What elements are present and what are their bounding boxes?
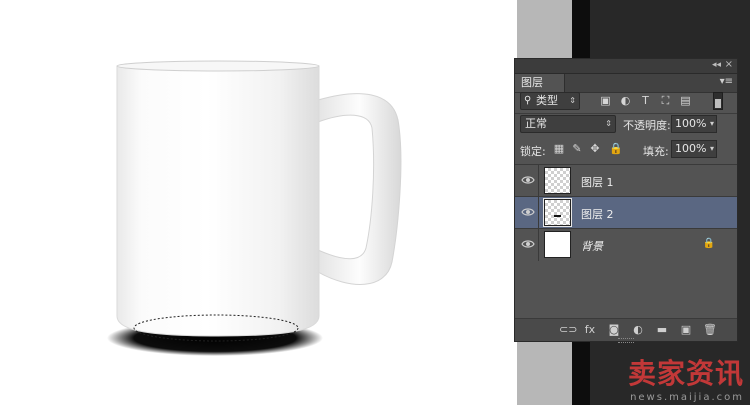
filter-toggle[interactable]	[713, 92, 723, 110]
layer-name[interactable]: 背景	[581, 238, 603, 254]
divider	[538, 197, 539, 229]
resize-grip[interactable]	[618, 338, 634, 343]
folder-icon[interactable]: ▬	[655, 323, 669, 337]
opacity-value: 100%	[675, 117, 707, 130]
mug-body	[116, 65, 320, 337]
chevron-down-icon[interactable]: ▾	[710, 116, 714, 132]
lock-all-icon[interactable]: 🔒	[609, 143, 623, 155]
layers-panel: ◂◂ × 图层 ▾≡ ⚲ 类型 ⇕ ▣ ◐ T ⛶ ▤ 正常 ⇕ 不透明度: 1…	[514, 58, 738, 343]
add-mask-icon[interactable]: ◙	[607, 323, 621, 337]
lock-label: 锁定:	[520, 145, 546, 158]
layer-name[interactable]: 图层 1	[581, 174, 614, 190]
eye-icon[interactable]	[521, 237, 535, 251]
blend-mode-select[interactable]: 正常 ⇕	[520, 115, 616, 133]
watermark: 卖家资讯 news.maijia.com	[628, 352, 744, 403]
opacity-input[interactable]: 100% ▾	[671, 115, 717, 133]
link-layers-icon[interactable]: ⊂⊃	[559, 323, 577, 337]
fx-icon[interactable]: fx	[583, 323, 597, 337]
new-layer-icon[interactable]: ▣	[679, 323, 693, 337]
search-icon: ⚲	[524, 95, 532, 106]
opacity-label: 不透明度:	[623, 119, 671, 132]
layer-thumbnail	[543, 198, 572, 227]
document-canvas[interactable]	[0, 0, 517, 405]
mug-handle	[317, 93, 402, 285]
lock-transparent-icon[interactable]: ▦	[553, 143, 565, 155]
type-filter-icon[interactable]: T	[639, 94, 652, 107]
fill-value: 100%	[675, 142, 707, 155]
layer-row-selected[interactable]: 图层 2	[515, 196, 737, 229]
pixel-filter-icon[interactable]: ▣	[599, 94, 612, 107]
panel-menu-icon[interactable]: ▾≡	[720, 76, 733, 87]
updown-arrow-icon: ⇕	[569, 96, 576, 105]
filter-row: ⚲ 类型 ⇕ ▣ ◐ T ⛶ ▤	[515, 92, 737, 114]
eye-icon[interactable]	[521, 205, 535, 219]
smart-object-filter-icon[interactable]: ▤	[679, 94, 692, 107]
layer-name[interactable]: 图层 2	[581, 206, 614, 222]
shadow-thumbnail-mark	[554, 215, 561, 217]
blend-mode-value: 正常	[525, 117, 547, 130]
filter-type-label: 类型	[536, 94, 558, 107]
updown-arrow-icon: ⇕	[605, 119, 612, 128]
fill-input[interactable]: 100% ▾	[671, 140, 717, 158]
trash-icon[interactable]: 🗑	[703, 323, 717, 337]
divider	[538, 229, 539, 261]
collapse-icon[interactable]: ◂◂	[712, 60, 721, 70]
divider	[515, 113, 737, 114]
filter-type-select[interactable]: ⚲ 类型 ⇕	[520, 92, 580, 110]
shape-filter-icon[interactable]: ⛶	[659, 94, 672, 107]
lock-row: 锁定: ▦ ✎ ✥ 🔒 填充: 100% ▾	[515, 140, 737, 162]
layer-thumbnail	[544, 231, 571, 258]
watermark-url: news.maijia.com	[630, 392, 744, 403]
adjustment-layer-icon[interactable]: ◐	[631, 323, 645, 337]
layer-thumbnail	[544, 167, 571, 194]
panel-tab-row: 图层 ▾≡	[515, 74, 737, 93]
adjustment-filter-icon[interactable]: ◐	[619, 94, 632, 107]
layer-row[interactable]: 图层 1	[515, 164, 737, 197]
blend-row: 正常 ⇕ 不透明度: 100% ▾	[515, 115, 737, 137]
mug-image	[107, 60, 402, 356]
mug-rim	[116, 60, 320, 72]
layers-list: 图层 1 图层 2 背景 🔒	[515, 164, 737, 324]
watermark-logo: 卖家资讯	[627, 357, 744, 390]
chevron-down-icon[interactable]: ▾	[710, 141, 714, 157]
close-icon[interactable]: ×	[725, 59, 733, 70]
lock-icon: 🔒	[702, 238, 715, 249]
tab-layers[interactable]: 图层	[515, 74, 565, 92]
fill-label: 填充:	[643, 145, 669, 158]
layer-row-background[interactable]: 背景 🔒	[515, 228, 737, 261]
lock-image-icon[interactable]: ✎	[571, 143, 583, 155]
divider	[538, 165, 539, 197]
eye-icon[interactable]	[521, 173, 535, 187]
lock-position-icon[interactable]: ✥	[589, 143, 601, 155]
panel-topbar: ◂◂ ×	[515, 59, 737, 74]
